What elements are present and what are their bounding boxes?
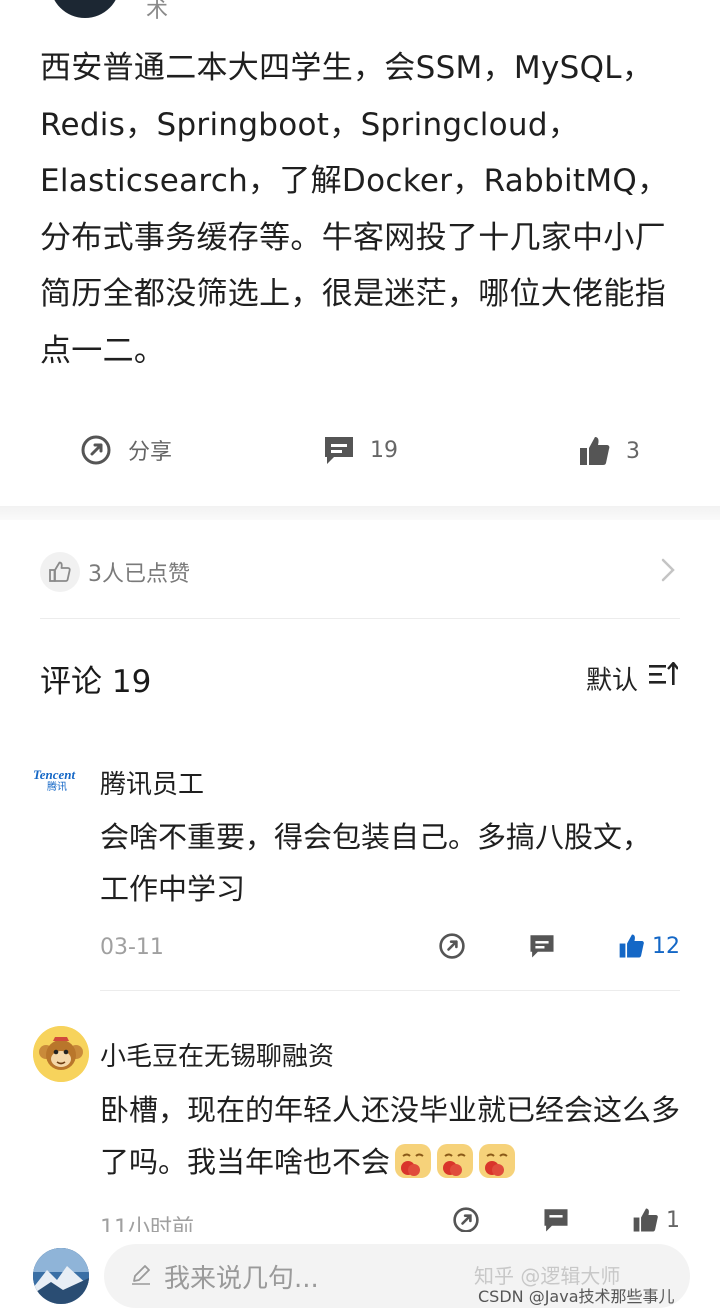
comment-like-button[interactable]: 1	[632, 1206, 680, 1234]
like-button[interactable]: 3	[578, 434, 640, 468]
comment-like-count: 1	[666, 1207, 680, 1233]
comment-reply-button[interactable]	[528, 932, 556, 964]
crying-emoji-icon	[394, 1142, 432, 1180]
comment-share-button[interactable]	[438, 932, 466, 964]
tencent-logo-subtext: 腾讯	[47, 782, 67, 793]
comment-text: 卧槽，现在的年轻人还没毕业就已经会这么多了吗。我当年啥也不会	[100, 1093, 681, 1179]
thumbs-up-icon	[618, 932, 646, 960]
tencent-avatar[interactable]: Tencent 腾讯	[33, 768, 89, 798]
comment-icon	[528, 935, 556, 964]
thumbs-up-icon	[578, 434, 612, 468]
comment-author[interactable]: 腾讯员工	[100, 764, 204, 801]
sort-icon	[648, 661, 679, 695]
divider	[40, 618, 680, 619]
thumbs-up-icon	[632, 1206, 660, 1234]
like-count: 3	[626, 438, 640, 464]
share-button[interactable]: 分享	[80, 434, 172, 466]
post-body: 西安普通二本大四学生，会SSM，MySQL，Redis，Springboot，S…	[40, 50, 669, 369]
author-subtitle: 术	[146, 0, 169, 23]
section-divider	[0, 506, 720, 520]
comment-like-count: 12	[652, 933, 680, 959]
comment-author[interactable]: 小毛豆在无锡聊融资	[100, 1036, 334, 1073]
likers-row[interactable]: 3人已点赞	[40, 548, 680, 596]
comment-icon	[322, 434, 356, 466]
comments-title: 评论 19	[40, 664, 152, 700]
comment-date: 03-11	[100, 935, 164, 960]
comment-input-placeholder: 我来说几句...	[164, 1263, 319, 1294]
comment-text-wrap: 卧槽，现在的年轻人还没毕业就已经会这么多了吗。我当年啥也不会	[100, 1084, 700, 1188]
zhihu-watermark: 知乎 @逻辑大师	[474, 1264, 621, 1288]
author-avatar[interactable]	[50, 0, 120, 18]
pencil-icon	[130, 1263, 152, 1289]
csdn-watermark: CSDN @Java技术那些事儿	[478, 1287, 675, 1306]
share-label: 分享	[128, 440, 173, 465]
tencent-logo-text: Tencent	[33, 767, 76, 782]
likers-count-text: 3人已点赞	[88, 562, 190, 587]
comment-button[interactable]: 19	[322, 434, 398, 466]
comment-like-button[interactable]: 12	[618, 932, 680, 960]
thumbs-up-outline-icon	[40, 552, 80, 592]
chevron-right-icon	[660, 557, 676, 587]
comment-text: 会啥不重要，得会包装自己。多搞八股文，工作中学习	[100, 820, 652, 906]
monkey-avatar[interactable]	[33, 1026, 89, 1082]
share-icon	[438, 933, 466, 964]
sort-button[interactable]: 默认	[586, 660, 679, 697]
crying-emoji-icon	[478, 1142, 516, 1180]
sort-label: 默认	[586, 666, 639, 696]
share-icon	[80, 434, 112, 466]
divider	[100, 990, 680, 991]
my-avatar[interactable]	[33, 1248, 89, 1304]
crying-emoji-icon	[436, 1142, 474, 1180]
comment-count: 19	[370, 437, 398, 463]
